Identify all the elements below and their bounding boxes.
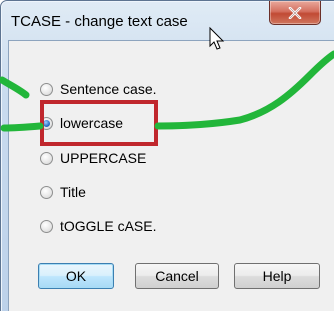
radio-title[interactable]: [40, 185, 53, 199]
dialog-title: TCASE - change text case: [11, 13, 188, 30]
option-toggle-case[interactable]: tOGGLE cASE.: [40, 216, 156, 236]
ok-button[interactable]: OK: [38, 263, 114, 289]
option-label: tOGGLE cASE.: [60, 218, 157, 234]
radio-uppercase[interactable]: [40, 151, 53, 165]
option-sentence-case[interactable]: Sentence case.: [40, 79, 157, 99]
help-button[interactable]: Help: [234, 263, 320, 289]
close-button[interactable]: [269, 1, 321, 25]
option-title[interactable]: Title: [40, 182, 86, 202]
radio-toggle-case[interactable]: [40, 219, 53, 233]
option-label: Title: [60, 184, 86, 200]
cancel-button[interactable]: Cancel: [135, 263, 219, 289]
option-uppercase[interactable]: UPPERCASE: [40, 148, 146, 168]
close-icon: [288, 6, 302, 19]
option-label: Sentence case.: [60, 81, 157, 97]
highlight-box: [40, 100, 158, 146]
screenshot-stage: TCASE - change text case Sentence case. …: [0, 0, 334, 311]
radio-sentence-case[interactable]: [40, 82, 53, 96]
option-label: UPPERCASE: [60, 150, 147, 166]
